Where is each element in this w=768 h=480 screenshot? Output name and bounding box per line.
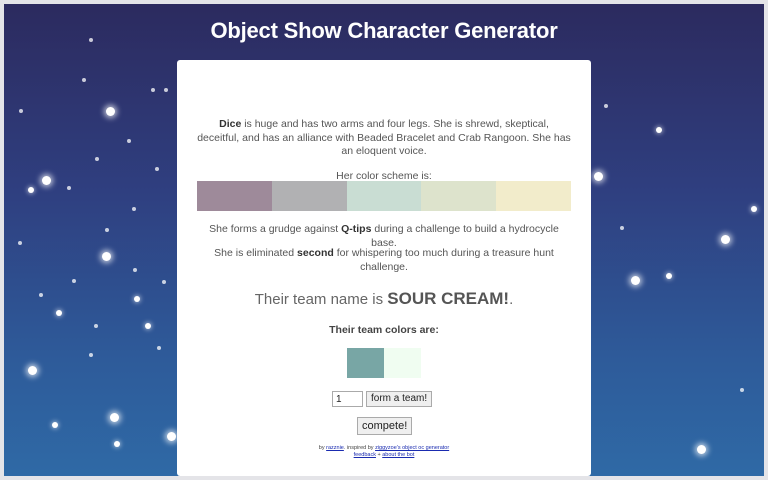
team-count-input[interactable]	[332, 391, 363, 407]
footer-credits: by razznie. inspired by ziggyzoe's objec…	[318, 445, 450, 451]
team-color-swatch	[347, 348, 384, 378]
author-link[interactable]: razznie	[326, 445, 344, 451]
team-colors-label: Their team colors are:	[329, 324, 439, 336]
color-swatch	[421, 181, 497, 211]
team-name: SOUR CREAM!	[387, 289, 510, 308]
footer: by razznie. inspired by ziggyzoe's objec…	[177, 445, 591, 459]
color-swatch	[496, 181, 571, 211]
team-form-row: form a team!	[332, 391, 433, 407]
page-title: Object Show Character Generator	[210, 18, 558, 43]
grudge-text: She forms a grudge against Q-tips during…	[209, 223, 559, 249]
color-swatch	[346, 181, 422, 211]
color-scheme-palette	[197, 181, 571, 211]
feedback-link[interactable]: feedback	[354, 452, 376, 458]
team-colors	[347, 348, 421, 378]
elimination-place: second	[297, 247, 334, 259]
grudge-target: Q-tips	[341, 223, 372, 235]
compete-button[interactable]: compete!	[357, 417, 413, 435]
color-swatch	[271, 181, 347, 211]
inspired-link[interactable]: ziggyzoe's object oc generator	[375, 445, 449, 451]
form-team-button[interactable]: form a team!	[366, 391, 433, 407]
elimination-text: She is eliminated second for whispering …	[214, 247, 554, 273]
team-name-line: Their team name is SOUR CREAM!.	[254, 289, 514, 308]
color-swatch	[197, 181, 272, 211]
generator-card: Dice is huge and has two arms and four l…	[177, 60, 591, 476]
team-color-swatch	[384, 348, 421, 378]
about-link[interactable]: about the bot	[382, 452, 414, 458]
character-name: Dice	[219, 118, 242, 130]
character-description: Dice is huge and has two arms and four l…	[197, 118, 571, 157]
footer-links: feedback + about the bot	[353, 452, 415, 458]
